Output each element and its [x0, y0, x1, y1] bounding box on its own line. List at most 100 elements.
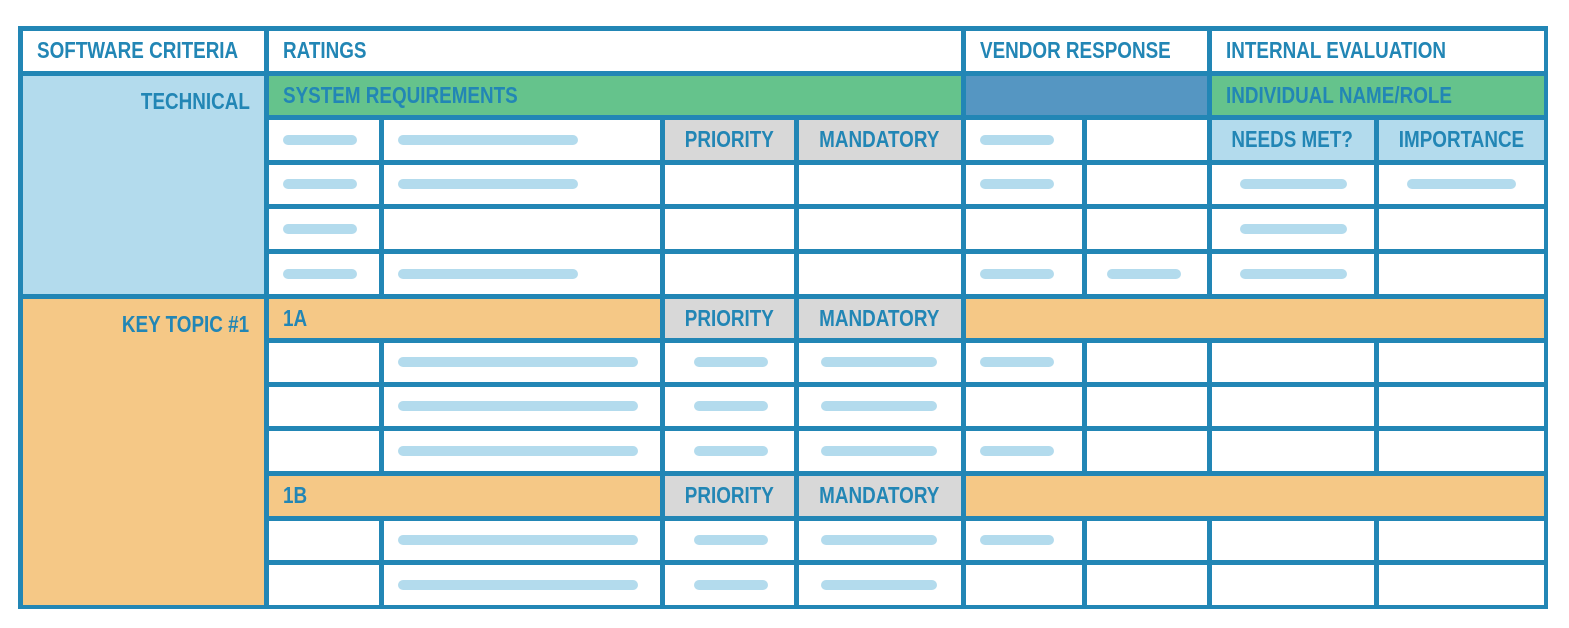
priority-header: PRIORITY — [664, 298, 794, 338]
priority-header-label: PRIORITY — [684, 304, 774, 331]
cell[interactable] — [1211, 253, 1374, 294]
cell[interactable] — [1086, 164, 1207, 204]
placeholder-line — [397, 179, 578, 189]
placeholder-line — [693, 401, 768, 411]
cell[interactable] — [965, 386, 1082, 426]
cell[interactable] — [383, 520, 660, 560]
cell[interactable] — [1378, 253, 1544, 294]
cell[interactable] — [268, 564, 379, 605]
cell[interactable] — [664, 430, 794, 471]
placeholder-line — [282, 223, 357, 234]
cell[interactable] — [1211, 430, 1374, 471]
vendor-response-band[interactable] — [965, 75, 1207, 115]
cell[interactable] — [268, 119, 379, 160]
cell[interactable] — [965, 430, 1082, 471]
cell[interactable] — [383, 119, 660, 160]
cell[interactable] — [1378, 342, 1544, 382]
cell[interactable] — [798, 564, 961, 605]
section-band[interactable] — [965, 475, 1544, 516]
placeholder-line — [979, 445, 1054, 456]
placeholder-line — [979, 268, 1054, 279]
priority-header-label: PRIORITY — [684, 482, 774, 508]
cell[interactable] — [383, 564, 660, 605]
cell[interactable] — [1086, 430, 1207, 471]
cell[interactable] — [965, 342, 1082, 382]
cell[interactable] — [664, 564, 794, 605]
cell[interactable] — [1211, 564, 1374, 605]
category-technical-label: TECHNICAL — [140, 87, 250, 114]
cell[interactable] — [268, 342, 379, 382]
cell[interactable] — [1378, 520, 1544, 560]
cell[interactable] — [1211, 208, 1374, 249]
cell[interactable] — [798, 342, 961, 382]
cell[interactable] — [798, 386, 961, 426]
cell[interactable] — [1086, 342, 1207, 382]
cell[interactable] — [268, 520, 379, 560]
cell[interactable] — [383, 253, 660, 294]
cell[interactable] — [383, 342, 660, 382]
cell[interactable] — [965, 119, 1082, 160]
cell[interactable] — [268, 208, 379, 249]
cell[interactable] — [1378, 164, 1544, 204]
cell[interactable] — [383, 164, 660, 204]
mandatory-header: MANDATORY — [798, 119, 961, 160]
placeholder-line — [397, 357, 638, 367]
placeholder-line — [1106, 268, 1181, 279]
cell[interactable] — [268, 430, 379, 471]
individual-name-role-heading: INDIVIDUAL NAME/ROLE — [1211, 75, 1544, 115]
cell[interactable] — [798, 164, 961, 204]
individual-name-role-heading-label: INDIVIDUAL NAME/ROLE — [1225, 81, 1452, 108]
cell[interactable] — [1211, 520, 1374, 560]
cell[interactable] — [965, 520, 1082, 560]
cell[interactable] — [664, 208, 794, 249]
cell[interactable] — [965, 164, 1082, 204]
cell[interactable] — [798, 253, 961, 294]
cell[interactable] — [664, 386, 794, 426]
cell[interactable] — [664, 342, 794, 382]
cell[interactable] — [383, 430, 660, 471]
placeholder-line — [1239, 223, 1347, 234]
cell[interactable] — [1086, 520, 1207, 560]
importance-header: IMPORTANCE — [1378, 119, 1544, 160]
section-band[interactable] — [965, 298, 1544, 338]
cell[interactable] — [268, 386, 379, 426]
cell[interactable] — [664, 164, 794, 204]
cell[interactable] — [268, 253, 379, 294]
placeholder-line — [282, 134, 357, 145]
cell[interactable] — [798, 430, 961, 471]
cell[interactable] — [965, 564, 1082, 605]
cell[interactable] — [664, 520, 794, 560]
cell[interactable] — [1211, 342, 1374, 382]
cell[interactable] — [965, 253, 1082, 294]
cell[interactable] — [1086, 119, 1207, 160]
cell[interactable] — [1378, 564, 1544, 605]
placeholder-line — [1239, 179, 1347, 189]
cell[interactable] — [664, 253, 794, 294]
cell[interactable] — [383, 208, 660, 249]
cell[interactable] — [1211, 164, 1374, 204]
placeholder-line — [397, 535, 638, 545]
cell[interactable] — [1378, 386, 1544, 426]
header-internal-evaluation-label: INTERNAL EVALUATION — [1225, 37, 1446, 63]
cell[interactable] — [383, 386, 660, 426]
header-internal-evaluation: INTERNAL EVALUATION — [1211, 30, 1544, 71]
cell[interactable] — [965, 208, 1082, 249]
cell[interactable] — [1086, 386, 1207, 426]
cell[interactable] — [1086, 564, 1207, 605]
cell[interactable] — [1086, 253, 1207, 294]
header-ratings-label: RATINGS — [282, 37, 366, 63]
placeholder-line — [979, 134, 1054, 145]
section-heading-1b: 1B — [268, 475, 660, 516]
placeholder-line — [820, 445, 937, 456]
cell[interactable] — [1378, 208, 1544, 249]
cell[interactable] — [1211, 386, 1374, 426]
cell[interactable] — [1086, 208, 1207, 249]
cell[interactable] — [1378, 430, 1544, 471]
cell[interactable] — [798, 520, 961, 560]
system-requirements-heading: SYSTEM REQUIREMENTS — [268, 75, 961, 115]
cell[interactable] — [798, 208, 961, 249]
mandatory-header: MANDATORY — [798, 475, 961, 516]
priority-header: PRIORITY — [664, 119, 794, 160]
placeholder-line — [397, 134, 578, 145]
cell[interactable] — [268, 164, 379, 204]
